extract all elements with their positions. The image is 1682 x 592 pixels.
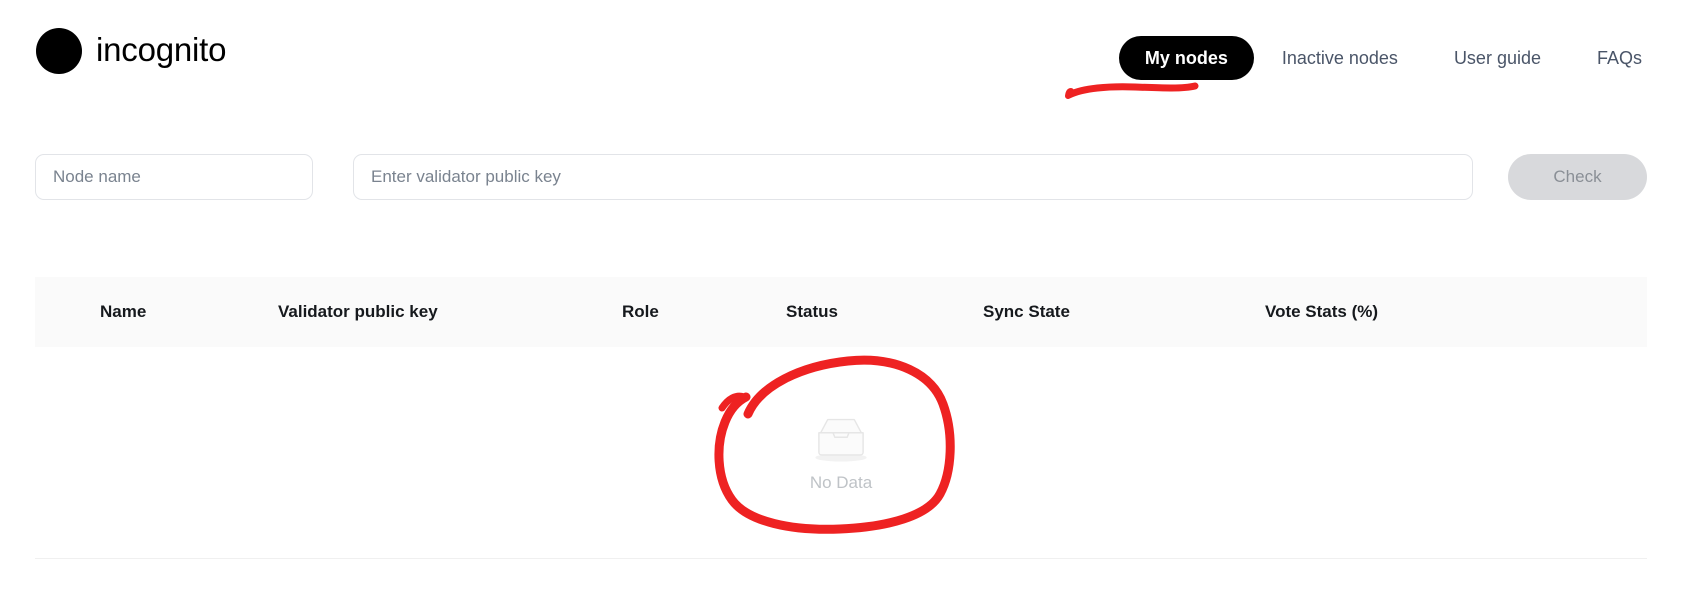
table-body: No Data: [35, 347, 1647, 559]
node-name-input[interactable]: [35, 154, 313, 200]
column-header-role: Role: [622, 302, 659, 321]
empty-state-text: No Data: [809, 472, 873, 492]
validator-public-key-input[interactable]: [353, 154, 1473, 200]
filter-toolbar: Check: [0, 154, 1682, 202]
page-root: incognito My nodes Inactive nodes User g…: [0, 0, 1682, 592]
nav-item-my-nodes[interactable]: My nodes: [1118, 36, 1254, 80]
main-navigation: My nodes Inactive nodes User guide FAQs: [1118, 36, 1642, 80]
inbox-tray-icon: [815, 418, 867, 462]
nav-item-inactive-nodes[interactable]: Inactive nodes: [1254, 36, 1426, 80]
brand-name: incognito: [96, 31, 227, 68]
column-header-validator-public-key: Validator public key: [278, 302, 438, 321]
column-header-name: Name: [100, 302, 147, 321]
table-header-row: Name Validator public key Role Status Sy…: [35, 277, 1647, 347]
column-header-status: Status: [786, 302, 838, 321]
column-header-sync-state: Sync State: [983, 302, 1070, 321]
black-circle-logo-icon: [36, 28, 82, 74]
column-header-vote-stats: Vote Stats (%): [1265, 302, 1379, 321]
nav-item-faqs[interactable]: FAQs: [1569, 36, 1642, 80]
nodes-table: Name Validator public key Role Status Sy…: [35, 277, 1647, 559]
empty-state: No Data: [35, 347, 1647, 559]
site-header: incognito My nodes Inactive nodes User g…: [0, 0, 1682, 118]
check-button[interactable]: Check: [1508, 154, 1647, 200]
brand-logo[interactable]: incognito: [36, 28, 226, 74]
nav-item-user-guide[interactable]: User guide: [1426, 36, 1569, 80]
